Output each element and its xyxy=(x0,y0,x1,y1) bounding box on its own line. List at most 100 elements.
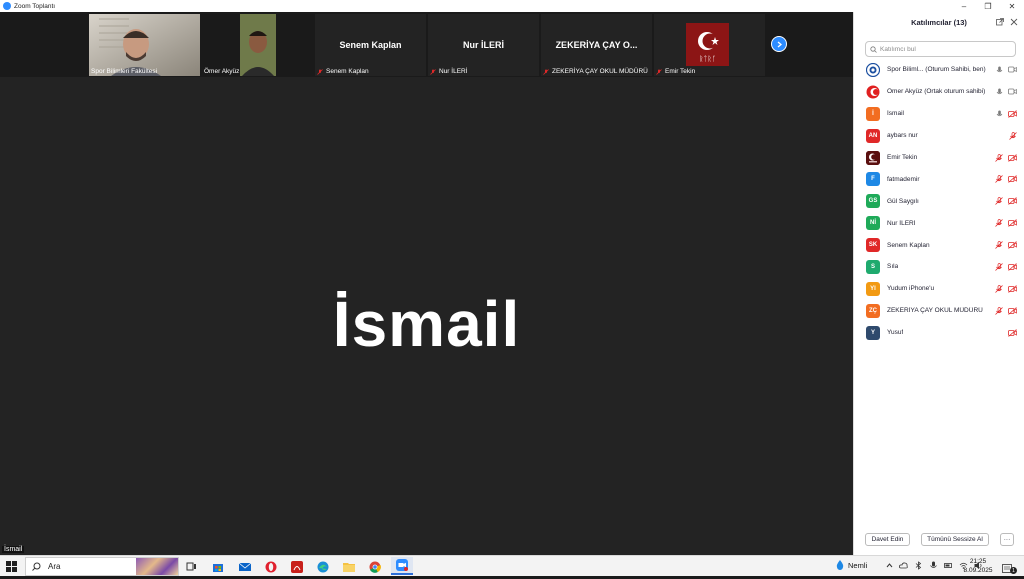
task-view-icon[interactable] xyxy=(184,559,199,574)
edge-icon[interactable] xyxy=(315,559,330,574)
participant-row[interactable]: S Sıla xyxy=(854,256,1024,278)
mail-icon[interactable] xyxy=(237,559,252,574)
name-tile-senem[interactable]: Senem Kaplan Senem Kaplan xyxy=(315,14,426,76)
clock[interactable]: 21:25 8.09.2025 xyxy=(961,557,995,575)
participant-row[interactable]: Y Yusuf xyxy=(854,322,1024,344)
cloud-icon[interactable] xyxy=(899,561,908,570)
participant-avatar xyxy=(866,150,880,165)
popout-icon[interactable] xyxy=(996,18,1004,26)
crescent-star-logo-icon: ᚱᛏᚱᚴ xyxy=(686,23,729,66)
mic-muted-icon[interactable] xyxy=(995,284,1003,293)
camera-off-icon[interactable] xyxy=(1008,306,1017,315)
title-bar: Zoom Toplantı – ❐ ✕ xyxy=(0,0,1024,12)
minimize-button[interactable]: – xyxy=(952,0,976,12)
mic-on-icon[interactable] xyxy=(996,66,1003,74)
weather-widget[interactable]: Nemli xyxy=(836,560,867,570)
water-drop-icon xyxy=(836,560,844,570)
video-tile-cohost[interactable]: Ömer Akyüz xyxy=(202,14,313,76)
camera-on-icon[interactable] xyxy=(1008,66,1017,73)
camera-off-icon[interactable] xyxy=(1008,328,1017,337)
mic-on-icon[interactable] xyxy=(996,88,1003,96)
camera-off-icon[interactable] xyxy=(1008,175,1017,184)
name-tile-nur[interactable]: Nur İLERİ Nur İLERİ xyxy=(428,14,539,76)
participant-row[interactable]: Ömer Akyüz (Ortak oturum sahibi) xyxy=(854,81,1024,103)
camera-off-icon[interactable] xyxy=(1008,285,1017,293)
participant-row[interactable]: Ffatmademir xyxy=(854,168,1024,190)
camera-off-icon[interactable] xyxy=(1008,153,1017,162)
microphone-icon[interactable] xyxy=(929,561,938,570)
participant-avatar: S xyxy=(866,259,880,274)
opera-icon[interactable] xyxy=(263,559,278,574)
participant-avatar: GS xyxy=(866,194,880,209)
camera-off-icon[interactable] xyxy=(1008,109,1017,118)
mic-muted-icon[interactable] xyxy=(995,197,1003,206)
mic-muted-icon[interactable] xyxy=(995,153,1003,162)
mic-muted-icon[interactable] xyxy=(995,219,1003,227)
mic-muted-icon[interactable] xyxy=(995,263,1003,271)
time-text: 21:25 xyxy=(969,558,987,565)
close-button[interactable]: ✕ xyxy=(1000,0,1024,12)
profile-photo-icon xyxy=(866,150,880,165)
video-tile-host[interactable]: Spor Bilimleri Fakültesi xyxy=(89,14,200,76)
mute-all-button[interactable]: Tümünü Sessize Al xyxy=(921,533,989,546)
active-speaker-view[interactable]: İsmail İsmail xyxy=(0,77,853,555)
bluetooth-icon[interactable] xyxy=(914,561,923,570)
windows-start-icon[interactable] xyxy=(6,561,17,572)
participant-status-icons xyxy=(996,103,1017,125)
participant-video xyxy=(89,14,200,76)
participant-row[interactable]: YI Yudum iPhone'u xyxy=(854,278,1024,300)
taskbar-search[interactable]: Ara xyxy=(25,557,179,576)
file-explorer-icon[interactable] xyxy=(341,559,356,574)
logo-tile-emir[interactable]: ᚱᛏᚱᚴ Emir Tekin xyxy=(654,14,765,76)
participant-name: Spor Biliml... (Oturum Sahibi, ben) xyxy=(887,66,986,74)
mic-on-icon[interactable] xyxy=(996,110,1003,118)
chevron-up-icon[interactable] xyxy=(886,562,893,569)
camera-off-icon[interactable] xyxy=(1008,197,1017,206)
close-panel-icon[interactable] xyxy=(1010,18,1018,26)
chrome-icon[interactable] xyxy=(367,559,382,574)
participant-row[interactable]: Spor Biliml... (Oturum Sahibi, ben) xyxy=(854,59,1024,81)
participant-row[interactable]: GS Gül Saygılı xyxy=(854,190,1024,212)
participant-row[interactable]: İ İsmail xyxy=(854,103,1024,125)
participant-row[interactable]: SK Senem Kaplan xyxy=(854,234,1024,256)
tile-name: Spor Bilimleri Fakültesi xyxy=(91,68,158,75)
participant-avatar: Y xyxy=(866,325,880,340)
participant-row[interactable]: ZÇ ZEKERİYA ÇAY OKUL MÜDÜRÜ xyxy=(854,300,1024,322)
camera-off-icon[interactable] xyxy=(1008,241,1017,249)
camera-off-icon[interactable] xyxy=(1008,219,1017,227)
next-page-button[interactable] xyxy=(771,36,787,52)
windows-taskbar: Ara Nemli 21:25 8.09.2025 1 xyxy=(0,555,1024,576)
chevron-right-icon xyxy=(777,41,782,47)
maximize-button[interactable]: ❐ xyxy=(976,0,1000,12)
mic-muted-icon[interactable] xyxy=(995,306,1003,315)
battery-icon[interactable] xyxy=(944,561,953,570)
participant-list: Spor Biliml... (Oturum Sahibi, ben) Ömer … xyxy=(854,59,1024,344)
store-icon[interactable] xyxy=(210,559,225,574)
participant-avatar: İ xyxy=(866,106,880,121)
mic-muted-icon[interactable] xyxy=(995,241,1003,249)
more-options-button[interactable]: ··· xyxy=(1000,533,1014,546)
participant-avatar xyxy=(866,62,880,77)
acrobat-icon[interactable] xyxy=(289,559,304,574)
name-tile-zekeriya[interactable]: ZEKERİYA ÇAY O... ZEKERİYA ÇAY OKUL MÜDÜ… xyxy=(541,14,652,76)
zoom-taskbar-button[interactable] xyxy=(391,557,413,575)
participant-name: Sıla xyxy=(887,263,899,271)
speaker-label: İsmail xyxy=(2,546,25,553)
participant-search-input[interactable] xyxy=(880,45,1010,53)
mic-muted-icon[interactable] xyxy=(995,175,1003,184)
participant-row[interactable]: Emir Tekin xyxy=(854,147,1024,169)
invite-button[interactable]: Davet Edin xyxy=(865,533,910,546)
window-controls: – ❐ ✕ xyxy=(952,0,1024,12)
muted-mic-icon xyxy=(430,68,436,75)
camera-on-icon[interactable] xyxy=(1008,88,1017,95)
participant-name: Gül Saygılı xyxy=(887,197,919,205)
participant-row[interactable]: Nİ Nur İLERİ xyxy=(854,212,1024,234)
notification-center[interactable]: 1 xyxy=(1002,561,1017,574)
participant-row[interactable]: AN aybars nur xyxy=(854,125,1024,147)
university-logo-icon xyxy=(866,62,880,77)
camera-off-icon[interactable] xyxy=(1008,263,1017,271)
mic-muted-icon[interactable] xyxy=(1009,131,1017,140)
participant-search[interactable] xyxy=(865,41,1016,57)
participant-name: Nur İLERİ xyxy=(887,219,916,227)
participant-name: Senem Kaplan xyxy=(887,241,930,249)
